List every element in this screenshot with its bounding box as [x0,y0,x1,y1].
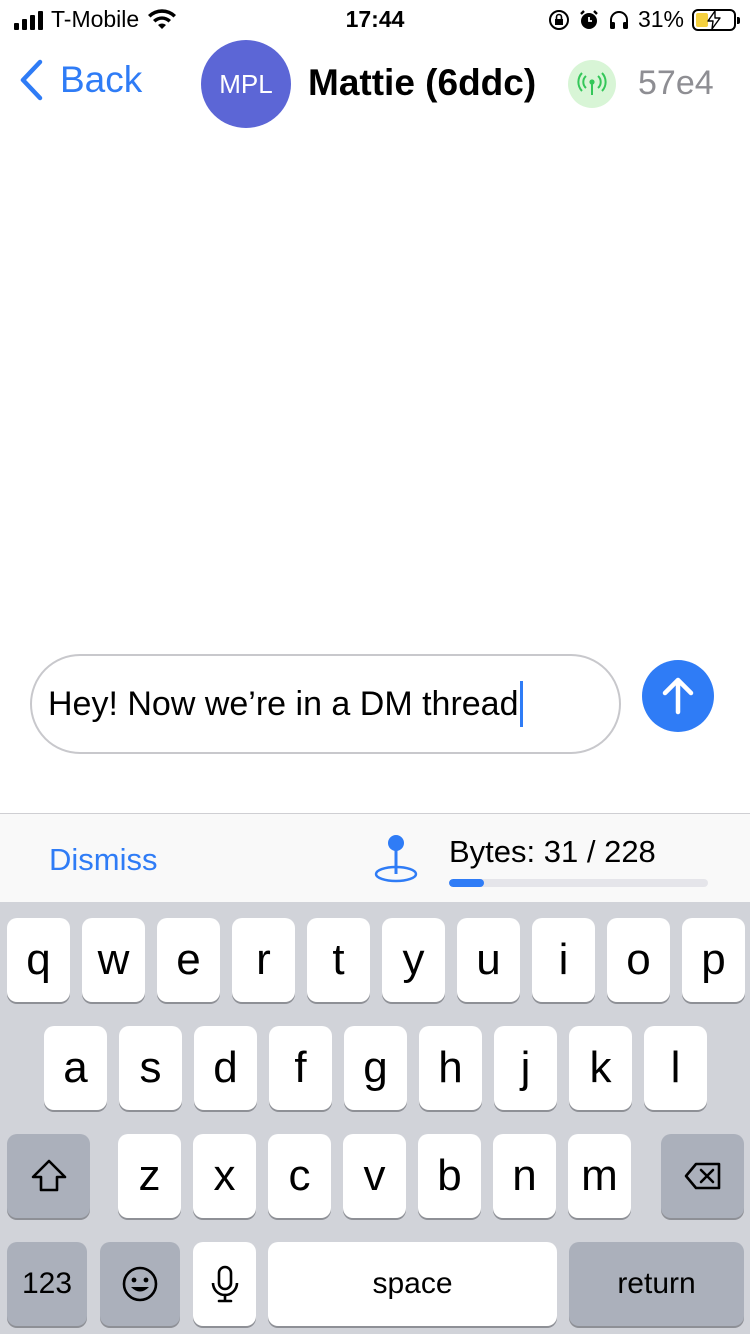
node-id: 57e4 [638,64,714,102]
location-pin-icon[interactable] [372,832,420,884]
key-y[interactable]: y [382,918,445,1002]
dismiss-button[interactable]: Dismiss [49,842,158,878]
back-button[interactable]: Back [18,58,142,102]
backspace-icon [684,1162,720,1190]
key-i[interactable]: i [532,918,595,1002]
avatar[interactable]: MPL [201,40,291,128]
bytes-counter: Bytes: 31 / 228 [449,834,656,869]
key-a[interactable]: a [44,1026,107,1110]
key-r[interactable]: r [232,918,295,1002]
antenna-icon[interactable] [568,60,616,108]
status-right: 31% [548,6,740,33]
microphone-icon [211,1265,238,1303]
shift-icon [31,1159,66,1192]
message-text: Hey! Now we’re in a DM thread [48,684,519,723]
key-k[interactable]: k [569,1026,632,1110]
key-b[interactable]: b [418,1134,481,1218]
text-cursor [519,681,523,727]
battery-percent: 31% [637,6,684,32]
orientation-lock-icon [548,9,569,30]
key-h[interactable]: h [419,1026,482,1110]
emoji-icon [122,1266,158,1302]
key-e[interactable]: e [157,918,220,1002]
key-v[interactable]: v [343,1134,406,1218]
return-key[interactable]: return [569,1242,744,1326]
shift-key[interactable] [7,1134,90,1218]
key-c[interactable]: c [268,1134,331,1218]
keyboard: qwertyuiop asdfghjkl zxcvbnm 123 space r… [0,902,750,1334]
battery-charging-icon [692,8,740,31]
space-key[interactable]: space [268,1242,557,1326]
bytes-progress-bar [449,879,708,887]
key-m[interactable]: m [568,1134,631,1218]
key-g[interactable]: g [344,1026,407,1110]
numbers-key[interactable]: 123 [7,1242,87,1326]
back-label: Back [60,59,143,100]
key-d[interactable]: d [194,1026,257,1110]
microphone-key[interactable] [193,1242,256,1326]
contact-name[interactable]: Mattie (6ddc) [308,62,536,104]
bytes-progress-fill [449,879,485,887]
keyboard-accessory-bar: Dismiss Bytes: 31 / 228 [0,813,750,902]
arrow-up-icon [662,677,694,715]
key-z[interactable]: z [118,1134,181,1218]
key-w[interactable]: w [82,918,145,1002]
key-u[interactable]: u [457,918,520,1002]
backspace-key[interactable] [661,1134,744,1218]
send-button[interactable] [642,660,714,732]
key-s[interactable]: s [119,1026,182,1110]
key-j[interactable]: j [494,1026,557,1110]
key-x[interactable]: x [193,1134,256,1218]
chat-header: Back MPL Mattie (6ddc) 57e4 [0,40,750,130]
key-o[interactable]: o [607,918,670,1002]
chevron-left-icon [20,59,43,101]
key-f[interactable]: f [269,1026,332,1110]
headphones-icon [609,10,628,29]
message-input[interactable]: Hey! Now we’re in a DM thread [30,654,621,754]
key-t[interactable]: t [307,918,370,1002]
key-q[interactable]: q [7,918,70,1002]
key-n[interactable]: n [493,1134,556,1218]
alarm-icon [580,9,598,29]
key-l[interactable]: l [644,1026,707,1110]
emoji-key[interactable] [100,1242,180,1326]
key-p[interactable]: p [682,918,745,1002]
status-bar: T-Mobile 17:44 31% [0,0,750,40]
